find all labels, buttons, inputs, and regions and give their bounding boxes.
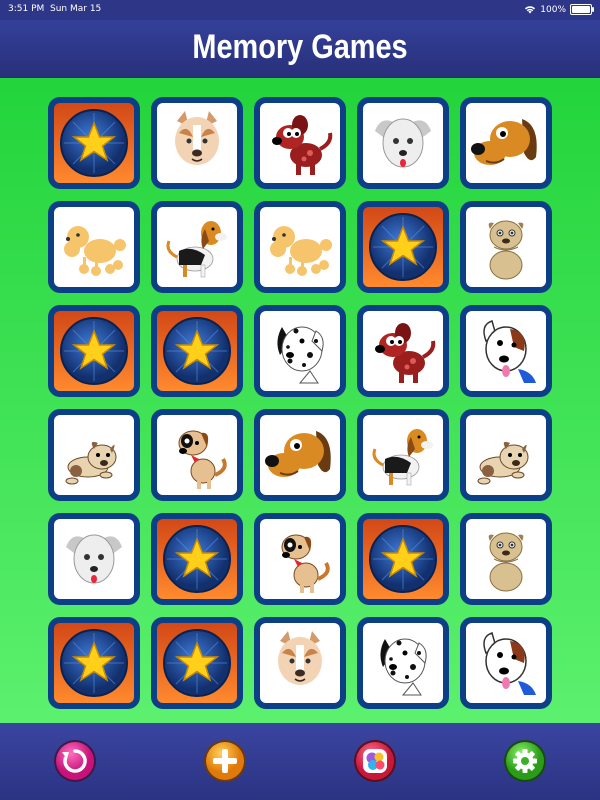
card-bull-terrier[interactable]	[460, 305, 552, 397]
card-face-down[interactable]	[151, 513, 243, 605]
spotted-pup-image	[157, 415, 237, 495]
star-icon	[157, 519, 237, 599]
status-time-date: 3:51 PM Sun Mar 15	[8, 4, 101, 14]
header: Memory Games	[0, 20, 600, 78]
card-sitting-shar-pei[interactable]	[460, 201, 552, 293]
bull-terrier-image	[466, 311, 546, 391]
card-beagle[interactable]	[151, 201, 243, 293]
card-dalmatian[interactable]	[357, 617, 449, 709]
card-face-down[interactable]	[48, 305, 140, 397]
card-white-puppy[interactable]	[48, 513, 140, 605]
card-pitbull[interactable]	[254, 617, 346, 709]
status-bar: 3:51 PM Sun Mar 15 100%	[0, 0, 600, 20]
card-spotted-pup[interactable]	[254, 513, 346, 605]
plus-icon	[204, 740, 246, 782]
star-icon	[54, 103, 134, 183]
wifi-icon	[525, 6, 536, 14]
pitbull-image	[157, 103, 237, 183]
battery-icon	[570, 4, 594, 15]
bottom-toolbar	[0, 723, 600, 800]
battery-percent: 100%	[540, 4, 566, 15]
red-puppy-image	[260, 103, 340, 183]
game-center-icon	[354, 740, 396, 782]
brown-hound-image	[466, 103, 546, 183]
sitting-shar-pei-image	[466, 519, 546, 599]
pitbull-image	[260, 623, 340, 703]
star-icon	[54, 623, 134, 703]
card-sitting-shar-pei[interactable]	[460, 513, 552, 605]
poodle-image	[54, 207, 134, 287]
status-date: Sun Mar 15	[50, 4, 102, 14]
card-white-puppy[interactable]	[357, 97, 449, 189]
card-face-down[interactable]	[357, 201, 449, 293]
red-puppy-image	[363, 311, 443, 391]
star-icon	[157, 311, 237, 391]
white-puppy-image	[363, 103, 443, 183]
card-spotted-pup[interactable]	[151, 409, 243, 501]
card-red-puppy[interactable]	[357, 305, 449, 397]
spotted-pup-image	[260, 519, 340, 599]
card-brown-hound[interactable]	[460, 97, 552, 189]
status-time: 3:51 PM	[8, 4, 45, 14]
settings-icon	[504, 740, 546, 782]
sitting-shar-pei-image	[466, 207, 546, 287]
page-title: Memory Games	[192, 28, 408, 66]
beagle-image	[363, 415, 443, 495]
card-brown-hound[interactable]	[254, 409, 346, 501]
card-beagle[interactable]	[357, 409, 449, 501]
star-icon	[363, 207, 443, 287]
white-puppy-image	[54, 519, 134, 599]
beagle-image	[157, 207, 237, 287]
card-dalmatian[interactable]	[254, 305, 346, 397]
restart-icon	[54, 740, 96, 782]
star-icon	[54, 311, 134, 391]
card-face-down[interactable]	[357, 513, 449, 605]
brown-hound-image	[260, 415, 340, 495]
bull-terrier-image	[466, 623, 546, 703]
card-face-down[interactable]	[48, 97, 140, 189]
lying-puppy-image	[54, 415, 134, 495]
card-lying-puppy[interactable]	[48, 409, 140, 501]
settings-button[interactable]	[503, 739, 547, 783]
dalmatian-image	[363, 623, 443, 703]
card-lying-puppy[interactable]	[460, 409, 552, 501]
card-face-down[interactable]	[48, 617, 140, 709]
card-red-puppy[interactable]	[254, 97, 346, 189]
add-button[interactable]	[203, 739, 247, 783]
restart-button[interactable]	[53, 739, 97, 783]
card-face-down[interactable]	[151, 305, 243, 397]
lying-puppy-image	[466, 415, 546, 495]
game-center-button[interactable]	[353, 739, 397, 783]
star-icon	[363, 519, 443, 599]
card-poodle[interactable]	[254, 201, 346, 293]
dalmatian-image	[260, 311, 340, 391]
star-icon	[157, 623, 237, 703]
status-right: 100%	[524, 4, 594, 15]
card-poodle[interactable]	[48, 201, 140, 293]
card-bull-terrier[interactable]	[460, 617, 552, 709]
card-pitbull[interactable]	[151, 97, 243, 189]
poodle-image	[260, 207, 340, 287]
card-face-down[interactable]	[151, 617, 243, 709]
game-board	[0, 78, 600, 723]
